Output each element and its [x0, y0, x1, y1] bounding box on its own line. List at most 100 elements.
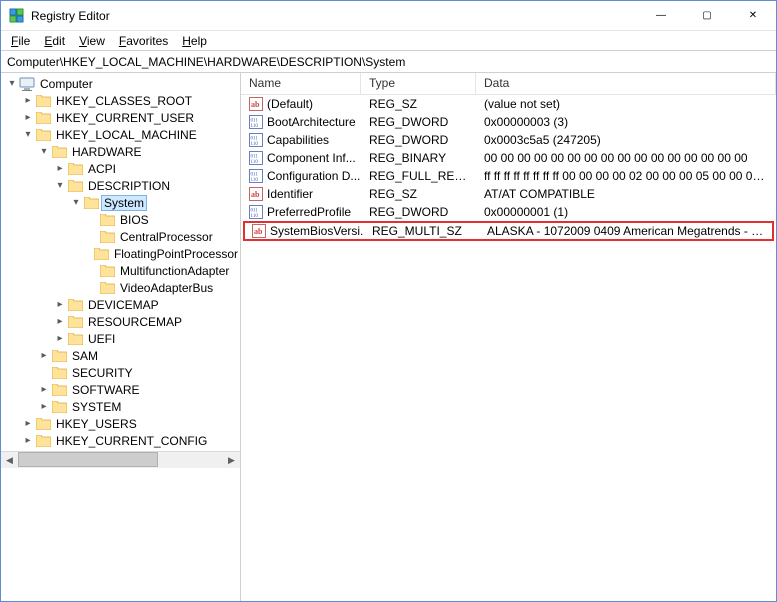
close-button[interactable]: ✕: [730, 1, 776, 31]
list-row[interactable]: 011110Component Inf...REG_BINARY00 00 00…: [241, 149, 776, 167]
tree-scrollbar-horizontal[interactable]: ◀ ▶: [1, 451, 240, 468]
svg-text:011: 011: [251, 137, 259, 142]
expand-icon[interactable]: ▸: [21, 95, 35, 106]
column-header-data[interactable]: Data: [476, 73, 776, 94]
column-header-name[interactable]: Name: [241, 73, 361, 94]
expand-icon[interactable]: ▸: [53, 299, 67, 310]
expand-icon[interactable]: ▸: [37, 401, 51, 412]
tree-computer[interactable]: ▾Computer: [1, 75, 240, 92]
list-row[interactable]: 011110Configuration D...REG_FULL_RESOU..…: [241, 167, 776, 185]
tree-label: FloatingPointProcessor: [112, 247, 240, 261]
tree-label: BIOS: [118, 213, 151, 227]
list-body[interactable]: ab(Default)REG_SZ(value not set)011110Bo…: [241, 95, 776, 601]
tree-label: VideoAdapterBus: [118, 281, 215, 295]
tree-system[interactable]: ▾System: [1, 194, 240, 211]
tree-acpi[interactable]: ▸ ACPI: [1, 160, 240, 177]
tree-sam[interactable]: ▸SAM: [1, 347, 240, 364]
expand-icon[interactable]: ▾: [5, 78, 19, 89]
minimize-button[interactable]: —: [638, 1, 684, 31]
value-type: REG_DWORD: [361, 132, 476, 148]
binary-value-icon: 011110: [249, 133, 263, 147]
tree-bios[interactable]: BIOS: [1, 211, 240, 228]
tree-label: RESOURCEMAP: [86, 315, 184, 329]
tree-hkcu[interactable]: ▸HKEY_CURRENT_USER: [1, 109, 240, 126]
value-name: SystemBiosVersi...: [270, 224, 364, 238]
expand-icon[interactable]: ▾: [21, 129, 35, 140]
tree-label: UEFI: [86, 332, 117, 346]
svg-text:ab: ab: [251, 100, 260, 109]
window-title: Registry Editor: [31, 9, 638, 23]
tree-label: CentralProcessor: [118, 230, 215, 244]
folder-icon: [67, 178, 83, 194]
tree-hkcr[interactable]: ▸ HKEY_CLASSES_ROOT: [1, 92, 240, 109]
svg-text:ab: ab: [254, 227, 263, 236]
maximize-button[interactable]: ▢: [684, 1, 730, 31]
expand-icon[interactable]: ▸: [37, 350, 51, 361]
value-name: BootArchitecture: [267, 115, 356, 129]
registry-editor-window: Registry Editor — ▢ ✕ File Edit View Fav…: [0, 0, 777, 602]
menu-file[interactable]: File: [5, 33, 36, 49]
tree-label: HKEY_CLASSES_ROOT: [54, 94, 194, 108]
tree-pane[interactable]: ▾Computer▸HKEY_CLASSES_ROOT▸HKEY_CURRENT…: [1, 73, 241, 601]
list-row[interactable]: abSystemBiosVersi...REG_MULTI_SZALASKA -…: [244, 222, 773, 240]
expand-icon[interactable]: ▸: [21, 418, 35, 429]
tree-hklm[interactable]: ▾HKEY_LOCAL_MACHINE: [1, 126, 240, 143]
scroll-left-icon[interactable]: ◀: [1, 452, 18, 469]
tree-security[interactable]: SECURITY: [1, 364, 240, 381]
value-type: REG_MULTI_SZ: [364, 223, 479, 239]
tree-videoadapter[interactable]: VideoAdapterBus: [1, 279, 240, 296]
content-area: ▾Computer▸HKEY_CLASSES_ROOT▸HKEY_CURRENT…: [1, 73, 776, 601]
scroll-thumb[interactable]: [18, 452, 158, 467]
tree-label: SECURITY: [70, 366, 135, 380]
tree-uefi[interactable]: ▸ UEFI: [1, 330, 240, 347]
scroll-right-icon[interactable]: ▶: [223, 452, 240, 469]
binary-value-icon: 011110: [249, 115, 263, 129]
list-row[interactable]: 011110BootArchitectureREG_DWORD0x0000000…: [241, 113, 776, 131]
expand-icon[interactable]: ▸: [53, 333, 67, 344]
expand-icon[interactable]: ▸: [21, 112, 35, 123]
titlebar[interactable]: Registry Editor — ▢ ✕: [1, 1, 776, 31]
svg-text:110: 110: [251, 214, 259, 219]
tree-hardware[interactable]: ▾HARDWARE: [1, 143, 240, 160]
tree-floatingpoint[interactable]: FloatingPointProcessor: [1, 245, 240, 262]
list-row[interactable]: 011110CapabilitiesREG_DWORD0x0003c5a5 (2…: [241, 131, 776, 149]
tree-devicemap[interactable]: ▸DEVICEMAP: [1, 296, 240, 313]
list-row[interactable]: 011110PreferredProfileREG_DWORD0x0000000…: [241, 203, 776, 221]
menu-edit[interactable]: Edit: [38, 33, 71, 49]
svg-text:011: 011: [251, 119, 259, 124]
tree-description[interactable]: ▾DESCRIPTION: [1, 177, 240, 194]
tree-label: ACPI: [86, 162, 118, 176]
expand-icon[interactable]: ▾: [37, 146, 51, 157]
value-data: 00 00 00 00 00 00 00 00 00 00 00 00 00 0…: [476, 150, 776, 166]
tree-resourcemap[interactable]: ▸ RESOURCEMAP: [1, 313, 240, 330]
value-name: Identifier: [267, 187, 313, 201]
tree-software[interactable]: ▸ SOFTWARE: [1, 381, 240, 398]
value-type: REG_FULL_RESOU...: [361, 168, 476, 184]
string-value-icon: ab: [252, 224, 266, 238]
svg-text:011: 011: [251, 209, 259, 214]
expand-icon[interactable]: ▸: [53, 163, 67, 174]
folder-icon: [51, 144, 67, 160]
address-input[interactable]: [1, 52, 776, 72]
value-data: AT/AT COMPATIBLE: [476, 186, 776, 202]
expand-icon[interactable]: ▸: [53, 316, 67, 327]
expand-icon[interactable]: ▾: [53, 180, 67, 191]
tree-label: SOFTWARE: [70, 383, 142, 397]
tree-system2[interactable]: ▸SYSTEM: [1, 398, 240, 415]
expand-icon[interactable]: ▾: [69, 197, 83, 208]
menu-help[interactable]: Help: [176, 33, 213, 49]
folder-icon: [67, 297, 83, 313]
expand-icon[interactable]: ▸: [37, 384, 51, 395]
tree-centralprocessor[interactable]: CentralProcessor: [1, 228, 240, 245]
menu-view[interactable]: View: [73, 33, 111, 49]
tree-hkcc[interactable]: ▸HKEY_CURRENT_CONFIG: [1, 432, 240, 449]
tree-multifunction[interactable]: MultifunctionAdapter: [1, 262, 240, 279]
menu-favorites[interactable]: Favorites: [113, 33, 174, 49]
column-header-type[interactable]: Type: [361, 73, 476, 94]
list-row[interactable]: abIdentifierREG_SZAT/AT COMPATIBLE: [241, 185, 776, 203]
folder-icon: [35, 110, 51, 126]
expand-icon[interactable]: ▸: [21, 435, 35, 446]
menubar: File Edit View Favorites Help: [1, 31, 776, 51]
list-row[interactable]: ab(Default)REG_SZ(value not set): [241, 95, 776, 113]
tree-hku[interactable]: ▸HKEY_USERS: [1, 415, 240, 432]
